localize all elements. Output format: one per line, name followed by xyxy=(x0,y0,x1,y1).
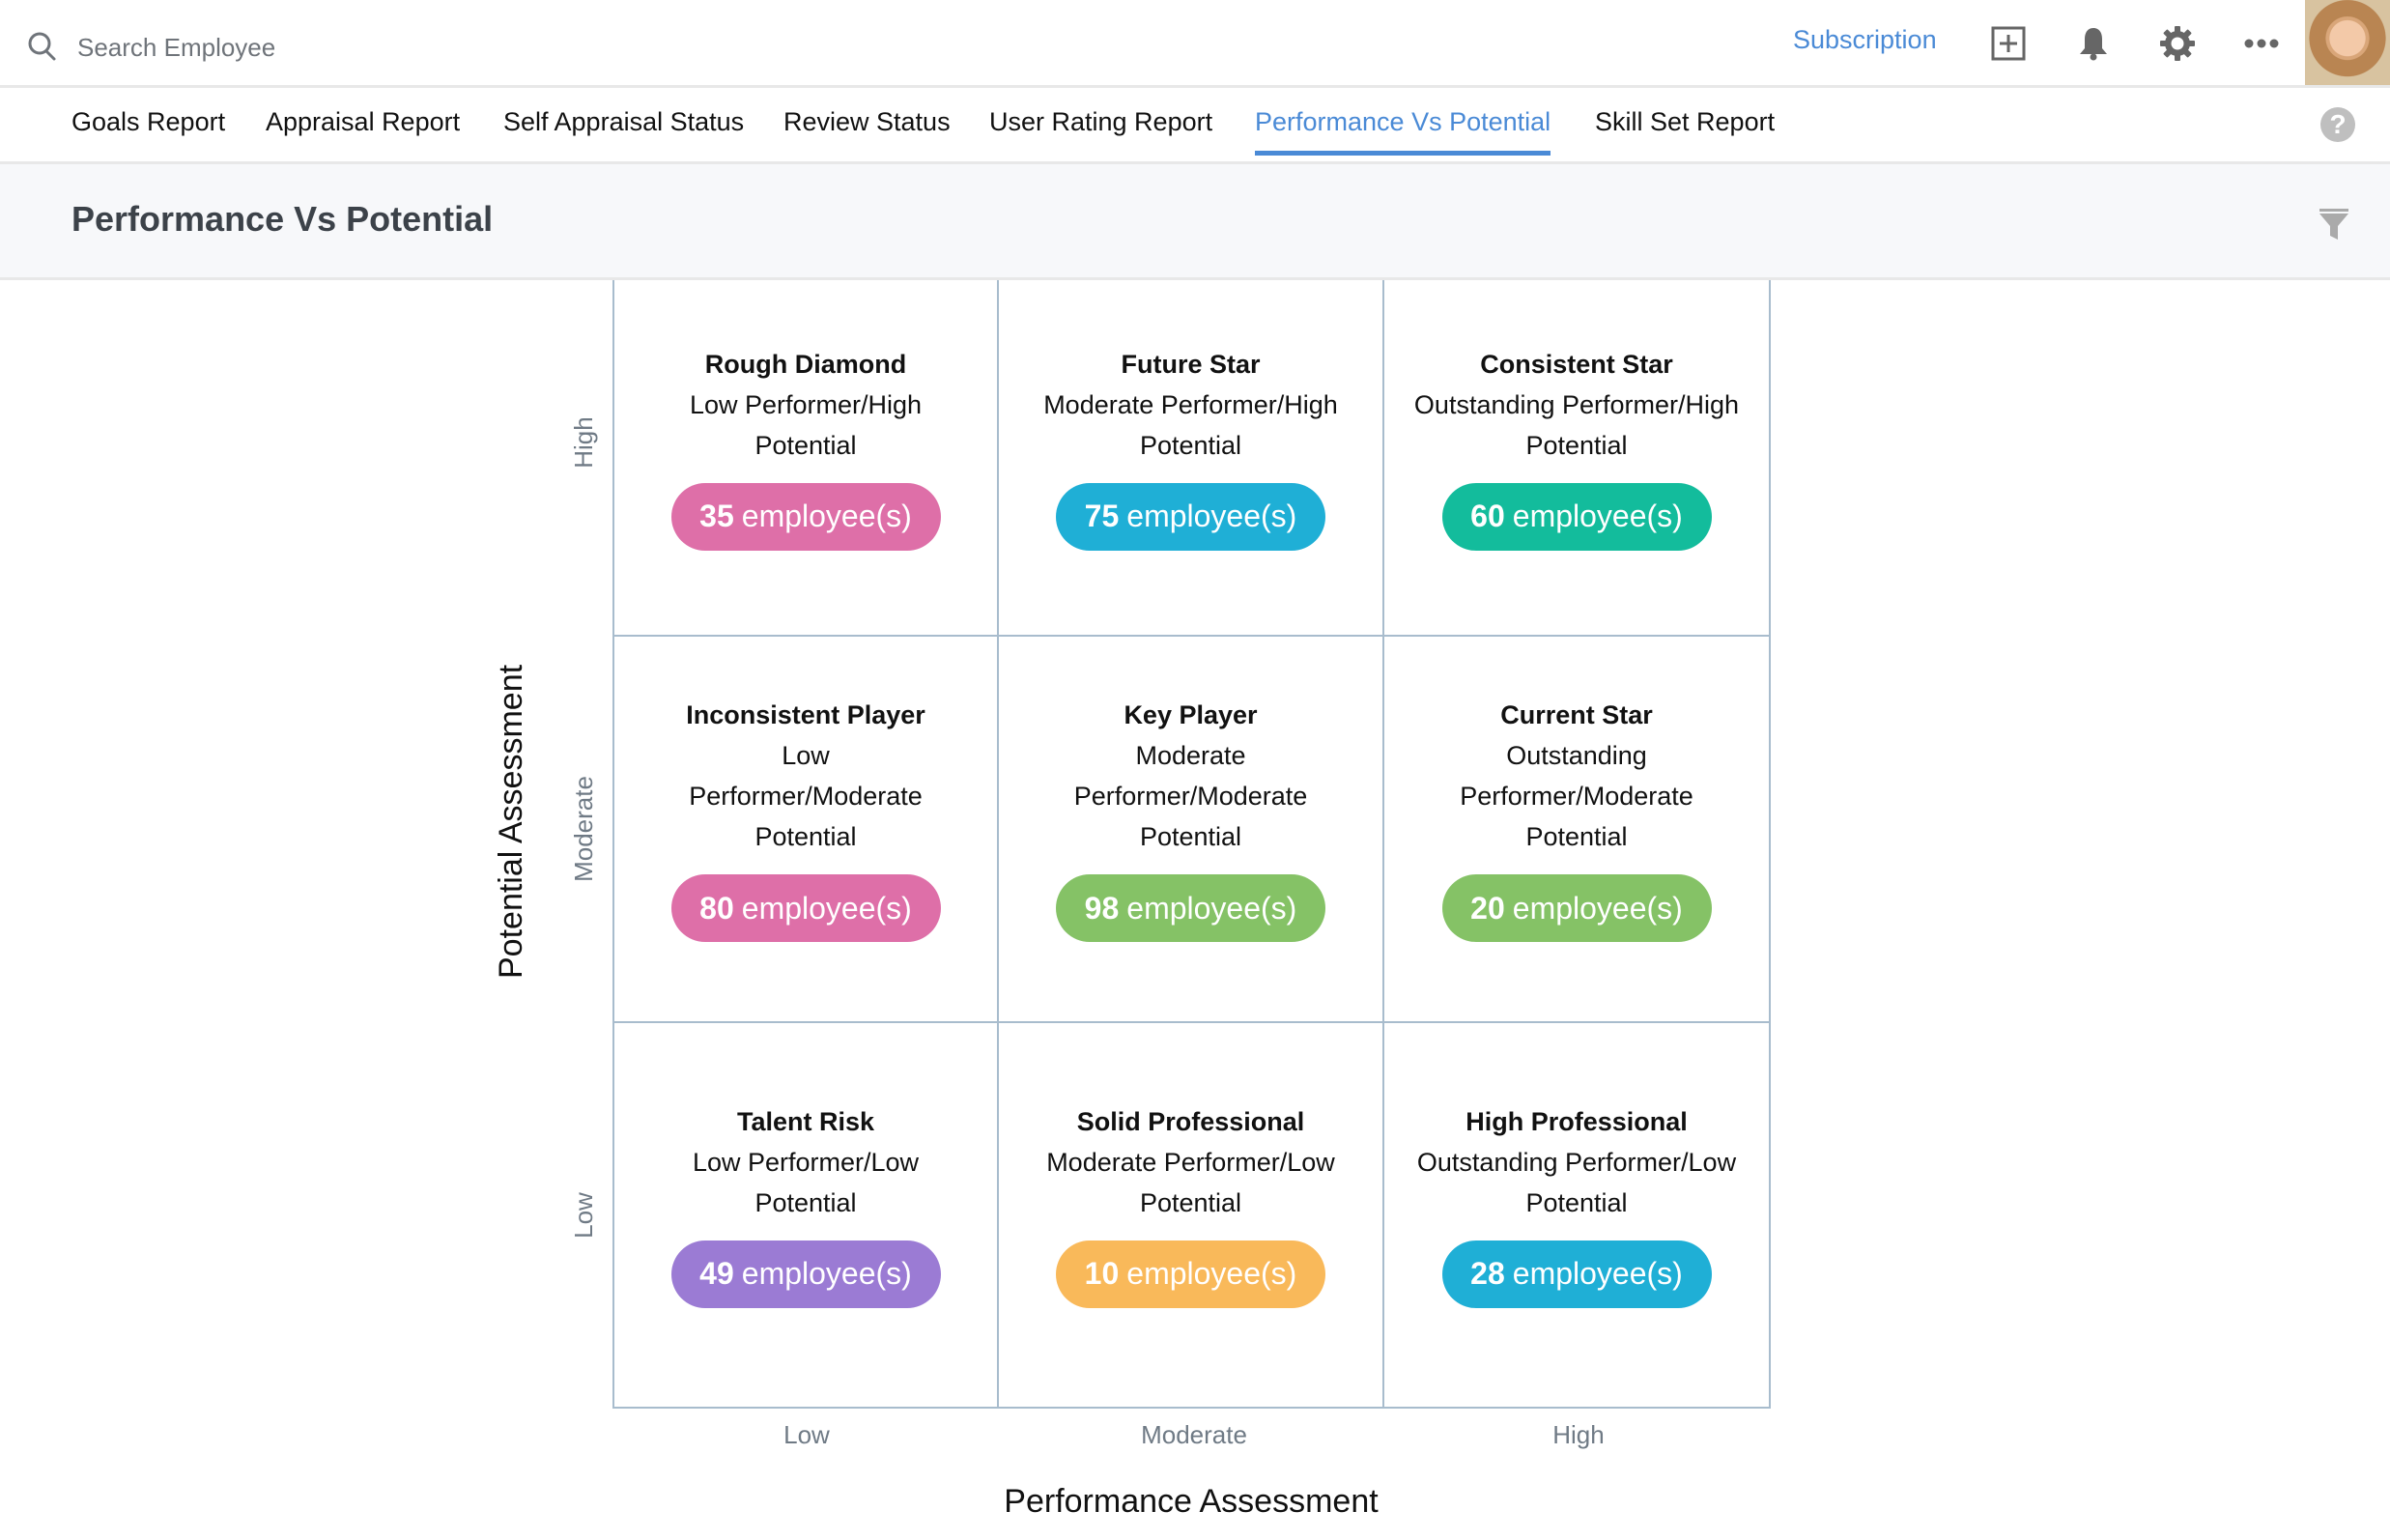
matrix-cell-inconsistent-player: Inconsistent Player Low Performer/Modera… xyxy=(614,637,997,1021)
employee-count: 49 xyxy=(699,1256,734,1291)
employee-count-button[interactable]: 35 employee(s) xyxy=(670,482,941,551)
cell-description: Moderate Performer/Low Potential xyxy=(1046,1147,1335,1217)
filter-icon[interactable] xyxy=(2317,207,2351,242)
employee-count-suffix: employee(s) xyxy=(741,499,912,533)
x-axis-title: Performance Assessment xyxy=(1004,1483,1379,1520)
y-axis-label-high: High xyxy=(569,416,598,469)
cell-title: Rough Diamond xyxy=(704,349,907,379)
tab-user-rating-report[interactable]: User Rating Report xyxy=(989,107,1212,151)
employee-count-button[interactable]: 60 employee(s) xyxy=(1441,482,1712,551)
tab-appraisal-report[interactable]: Appraisal Report xyxy=(266,107,460,151)
cell-description: Outstanding Performer/Moderate Potential xyxy=(1460,741,1693,851)
employee-count-button[interactable]: 80 employee(s) xyxy=(670,874,941,942)
matrix-cell-high-professional: High Professional Outstanding Performer/… xyxy=(1384,1023,1769,1407)
employee-count-button[interactable]: 20 employee(s) xyxy=(1441,874,1712,942)
matrix-cell-solid-professional: Solid Professional Moderate Performer/Lo… xyxy=(999,1023,1382,1407)
employee-count-suffix: employee(s) xyxy=(741,890,912,926)
page-title: Performance Vs Potential xyxy=(71,199,494,239)
employee-count-button[interactable]: 49 employee(s) xyxy=(670,1240,941,1308)
gear-icon[interactable] xyxy=(2159,25,2196,62)
cell-description: Moderate Performer/Moderate Potential xyxy=(1073,741,1308,851)
cell-title: Future Star xyxy=(1121,349,1261,379)
employee-count: 20 xyxy=(1470,890,1505,926)
employee-count: 35 xyxy=(699,499,734,533)
employee-count-button[interactable]: 75 employee(s) xyxy=(1056,482,1325,551)
cell-title: Solid Professional xyxy=(1076,1106,1305,1136)
employee-count-suffix: employee(s) xyxy=(1126,890,1297,926)
cell-description: Moderate Performer/High Potential xyxy=(1043,389,1338,460)
bell-icon[interactable] xyxy=(2075,25,2112,62)
y-axis-label-low: Low xyxy=(569,1192,598,1239)
x-axis-label-low: Low xyxy=(783,1420,830,1449)
employee-count: 60 xyxy=(1470,499,1505,533)
matrix-cell-current-star: Current Star Outstanding Performer/Moder… xyxy=(1384,637,1769,1021)
cell-description: Low Performer/Low Potential xyxy=(692,1147,920,1217)
employee-count-suffix: employee(s) xyxy=(1512,890,1683,926)
tab-skill-set-report[interactable]: Skill Set Report xyxy=(1595,107,1775,151)
add-icon[interactable] xyxy=(1990,25,2027,62)
employee-count: 10 xyxy=(1084,1256,1120,1291)
matrix-cell-future-star: Future Star Moderate Performer/High Pote… xyxy=(999,280,1382,635)
cell-title: Key Player xyxy=(1124,700,1258,729)
cell-description: Low Performer/Moderate Potential xyxy=(689,741,923,851)
performance-potential-matrix: Rough Diamond Low Performer/High Potenti… xyxy=(612,280,1771,1409)
matrix-cell-rough-diamond: Rough Diamond Low Performer/High Potenti… xyxy=(614,280,997,635)
y-axis-label-moderate: Moderate xyxy=(569,776,598,882)
tab-review-status[interactable]: Review Status xyxy=(783,107,951,151)
employee-count-button[interactable]: 10 employee(s) xyxy=(1056,1240,1325,1308)
search-employee-input[interactable] xyxy=(75,25,659,70)
grid-line xyxy=(612,1407,1771,1409)
employee-count-suffix: employee(s) xyxy=(741,1256,912,1291)
cell-title: Inconsistent Player xyxy=(686,700,925,729)
matrix-cell-talent-risk: Talent Risk Low Performer/Low Potential … xyxy=(614,1023,997,1407)
employee-count-suffix: employee(s) xyxy=(1126,499,1297,533)
grid-line xyxy=(1769,280,1771,1409)
tab-performance-vs-potential[interactable]: Performance Vs Potential xyxy=(1255,107,1551,156)
y-axis-title: Potential Assessment xyxy=(493,664,529,979)
cell-description: Outstanding Performer/High Potential xyxy=(1413,389,1740,460)
employee-count-suffix: employee(s) xyxy=(1512,499,1683,533)
employee-count-button[interactable]: 28 employee(s) xyxy=(1441,1240,1712,1308)
employee-count: 80 xyxy=(699,890,734,926)
search-icon[interactable] xyxy=(27,31,58,62)
subscription-link[interactable]: Subscription xyxy=(1793,25,1937,55)
x-axis-label-high: High xyxy=(1552,1420,1605,1449)
x-axis-label-moderate: Moderate xyxy=(1141,1420,1247,1449)
matrix-cell-key-player: Key Player Moderate Performer/Moderate P… xyxy=(999,637,1382,1021)
tab-self-appraisal-status[interactable]: Self Appraisal Status xyxy=(503,107,744,151)
tab-goals-report[interactable]: Goals Report xyxy=(71,107,225,151)
employee-count: 28 xyxy=(1470,1256,1505,1291)
report-tabs: Goals Report Appraisal Report Self Appra… xyxy=(0,88,2390,164)
employee-count-suffix: employee(s) xyxy=(1126,1256,1297,1291)
cell-title: High Professional xyxy=(1465,1106,1688,1136)
employee-count-button[interactable]: 98 employee(s) xyxy=(1056,874,1325,942)
matrix-cell-consistent-star: Consistent Star Outstanding Performer/Hi… xyxy=(1384,280,1769,635)
cell-description: Low Performer/High Potential xyxy=(689,389,923,460)
employee-count-suffix: employee(s) xyxy=(1512,1256,1683,1291)
cell-description: Outstanding Performer/Low Potential xyxy=(1416,1147,1737,1217)
user-avatar[interactable] xyxy=(2305,0,2390,85)
employee-count: 75 xyxy=(1084,499,1120,533)
help-icon[interactable]: ? xyxy=(2320,107,2355,142)
more-icon[interactable] xyxy=(2243,25,2280,62)
cell-title: Consistent Star xyxy=(1480,349,1673,379)
page-title-bar: Performance Vs Potential xyxy=(0,164,2390,280)
cell-title: Talent Risk xyxy=(736,1106,875,1136)
cell-title: Current Star xyxy=(1500,700,1653,729)
top-header: Subscription xyxy=(0,0,2390,88)
employee-count: 98 xyxy=(1084,890,1120,926)
